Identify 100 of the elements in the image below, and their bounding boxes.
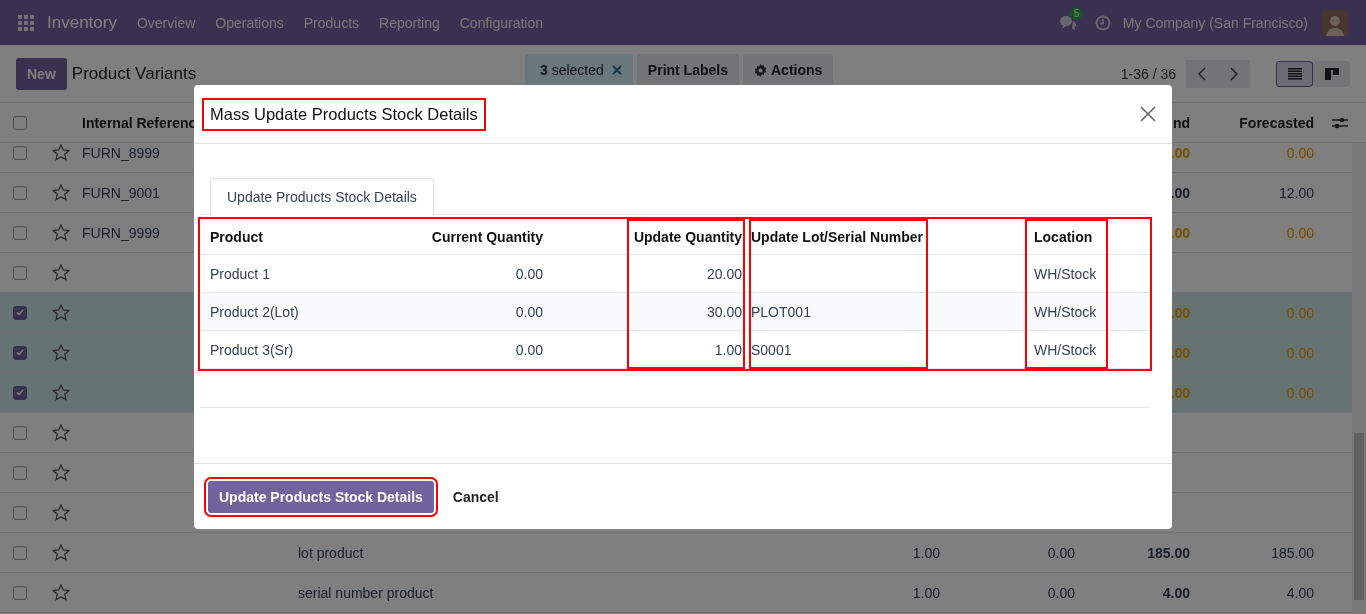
reference-cell: FURN_8999	[82, 144, 160, 161]
column-header: Product	[210, 228, 263, 245]
star-icon[interactable]	[52, 144, 70, 161]
row-checkbox[interactable]	[13, 385, 27, 400]
star-icon[interactable]	[52, 584, 70, 601]
tab[interactable]: Update Products Stock Details	[210, 178, 434, 215]
forecasted-cell: 0.00	[1286, 344, 1314, 361]
location-cell: WH/Stock	[1034, 303, 1097, 320]
star-icon[interactable]	[52, 304, 70, 321]
product-cell: Product 2(Lot)	[210, 303, 299, 320]
product-name-cell: serial number product	[298, 584, 434, 601]
dialog-title: Mass Update Products Stock Details	[202, 97, 486, 131]
row-checkbox[interactable]	[13, 225, 27, 240]
select-all-checkbox[interactable]	[13, 115, 27, 130]
row-checkbox[interactable]	[13, 585, 27, 600]
reference-cell: FURN_9999	[82, 224, 160, 241]
column-header: Update Lot/Serial Number	[751, 228, 923, 245]
column-header: Update Quantity	[633, 228, 742, 245]
selection-count: 3 selected	[540, 62, 604, 78]
gear-icon	[754, 63, 767, 77]
row-checkbox[interactable]	[13, 505, 27, 520]
on-hand-cell: 185.00	[1147, 544, 1190, 561]
forecasted-cell: 0.00	[1286, 144, 1314, 161]
company-switcher[interactable]: My Company (San Francisco)	[1122, 14, 1308, 31]
location-cell: WH/Stock	[1034, 341, 1097, 358]
quantity-cell: 0.00	[515, 265, 543, 282]
checkmark-icon	[16, 389, 24, 396]
on-hand-cell: .00	[1170, 304, 1190, 321]
product-cell: Product 1	[210, 265, 270, 282]
star-icon[interactable]	[52, 344, 70, 361]
action-button[interactable]: Actions	[743, 54, 834, 86]
column-header: Current Quantity	[431, 228, 543, 245]
row-checkbox[interactable]	[13, 425, 27, 440]
star-icon[interactable]	[52, 264, 70, 281]
menu-item[interactable]: Products	[303, 14, 360, 31]
menu-item[interactable]: Configuration	[459, 14, 543, 31]
row-checkbox[interactable]	[13, 185, 27, 200]
on-hand-cell: 4.00	[1162, 584, 1190, 601]
quantity-cell: 0.00	[1047, 584, 1075, 601]
list-view-button[interactable]	[1276, 60, 1313, 87]
lot-cell: PLOT001	[751, 303, 811, 320]
pager-value[interactable]: 1-36 / 36	[1120, 65, 1176, 82]
star-icon[interactable]	[52, 504, 70, 521]
star-icon[interactable]	[52, 384, 70, 401]
star-icon[interactable]	[52, 224, 70, 241]
quantity-cell: 20.00	[706, 265, 742, 282]
menu-item[interactable]: Overview	[136, 14, 196, 31]
row-checkbox[interactable]	[13, 465, 27, 480]
column-header[interactable]: Forecasted	[1190, 114, 1314, 131]
close-icon[interactable]	[1140, 106, 1156, 122]
location-cell: WH/Stock	[1034, 265, 1097, 282]
checkmark-icon	[16, 349, 24, 356]
menu-item[interactable]: Reporting	[379, 14, 440, 31]
product-cell: Product 3(Sr)	[210, 341, 294, 358]
reference-cell: FURN_9001	[82, 184, 160, 201]
new-button[interactable]: New	[16, 57, 67, 90]
lot-cell: S0001	[751, 341, 792, 358]
forecasted-cell: 12.00	[1278, 184, 1314, 201]
forecasted-cell: 4.00	[1286, 584, 1314, 601]
user-avatar-icon[interactable]	[1322, 9, 1348, 36]
kanban-view-button[interactable]	[1313, 60, 1350, 87]
on-hand-cell: .00	[1170, 344, 1190, 361]
column-header: Location	[1034, 228, 1093, 245]
quantity-cell: 0.00	[515, 341, 543, 358]
forecasted-cell: 0.00	[1286, 384, 1314, 401]
on-hand-cell: .00	[1170, 144, 1190, 161]
quantity-cell: 1.00	[912, 544, 940, 561]
next-page-button[interactable]	[1218, 59, 1250, 88]
row-checkbox[interactable]	[13, 545, 27, 560]
forecasted-cell: 0.00	[1286, 224, 1314, 241]
chevron-left-icon	[1198, 66, 1206, 81]
on-hand-cell: .00	[1170, 184, 1190, 201]
quantity-cell: 0.00	[515, 303, 543, 320]
column-settings-icon[interactable]	[1332, 115, 1348, 130]
scrollbar-thumb[interactable]	[1354, 433, 1364, 600]
apps-menu-icon[interactable]	[18, 14, 34, 31]
quantity-cell: 1.00	[714, 341, 742, 358]
star-icon[interactable]	[52, 424, 70, 441]
checkmark-icon	[16, 309, 24, 316]
clock-icon[interactable]	[1094, 14, 1111, 31]
row-checkbox[interactable]	[13, 265, 27, 280]
action-button[interactable]: Print Labels	[636, 54, 739, 86]
row-checkbox[interactable]	[13, 305, 27, 320]
row-checkbox[interactable]	[13, 145, 27, 160]
close-icon[interactable]	[611, 65, 622, 75]
on-hand-cell: .00	[1170, 224, 1190, 241]
star-icon[interactable]	[52, 464, 70, 481]
product-name-cell: lot product	[298, 544, 364, 561]
menu-item[interactable]: Operations	[215, 14, 284, 31]
previous-page-button[interactable]	[1186, 59, 1218, 88]
star-icon[interactable]	[52, 544, 70, 561]
kanban-icon	[1324, 67, 1339, 80]
forecasted-cell: 185.00	[1271, 544, 1314, 561]
row-checkbox[interactable]	[13, 345, 27, 360]
chevron-right-icon	[1230, 66, 1238, 81]
app-name[interactable]: Inventory	[47, 12, 117, 33]
notification-badge: 5	[1069, 6, 1084, 20]
quantity-cell: 1.00	[912, 584, 940, 601]
star-icon[interactable]	[52, 184, 70, 201]
page-title: Product Variants	[71, 63, 197, 84]
